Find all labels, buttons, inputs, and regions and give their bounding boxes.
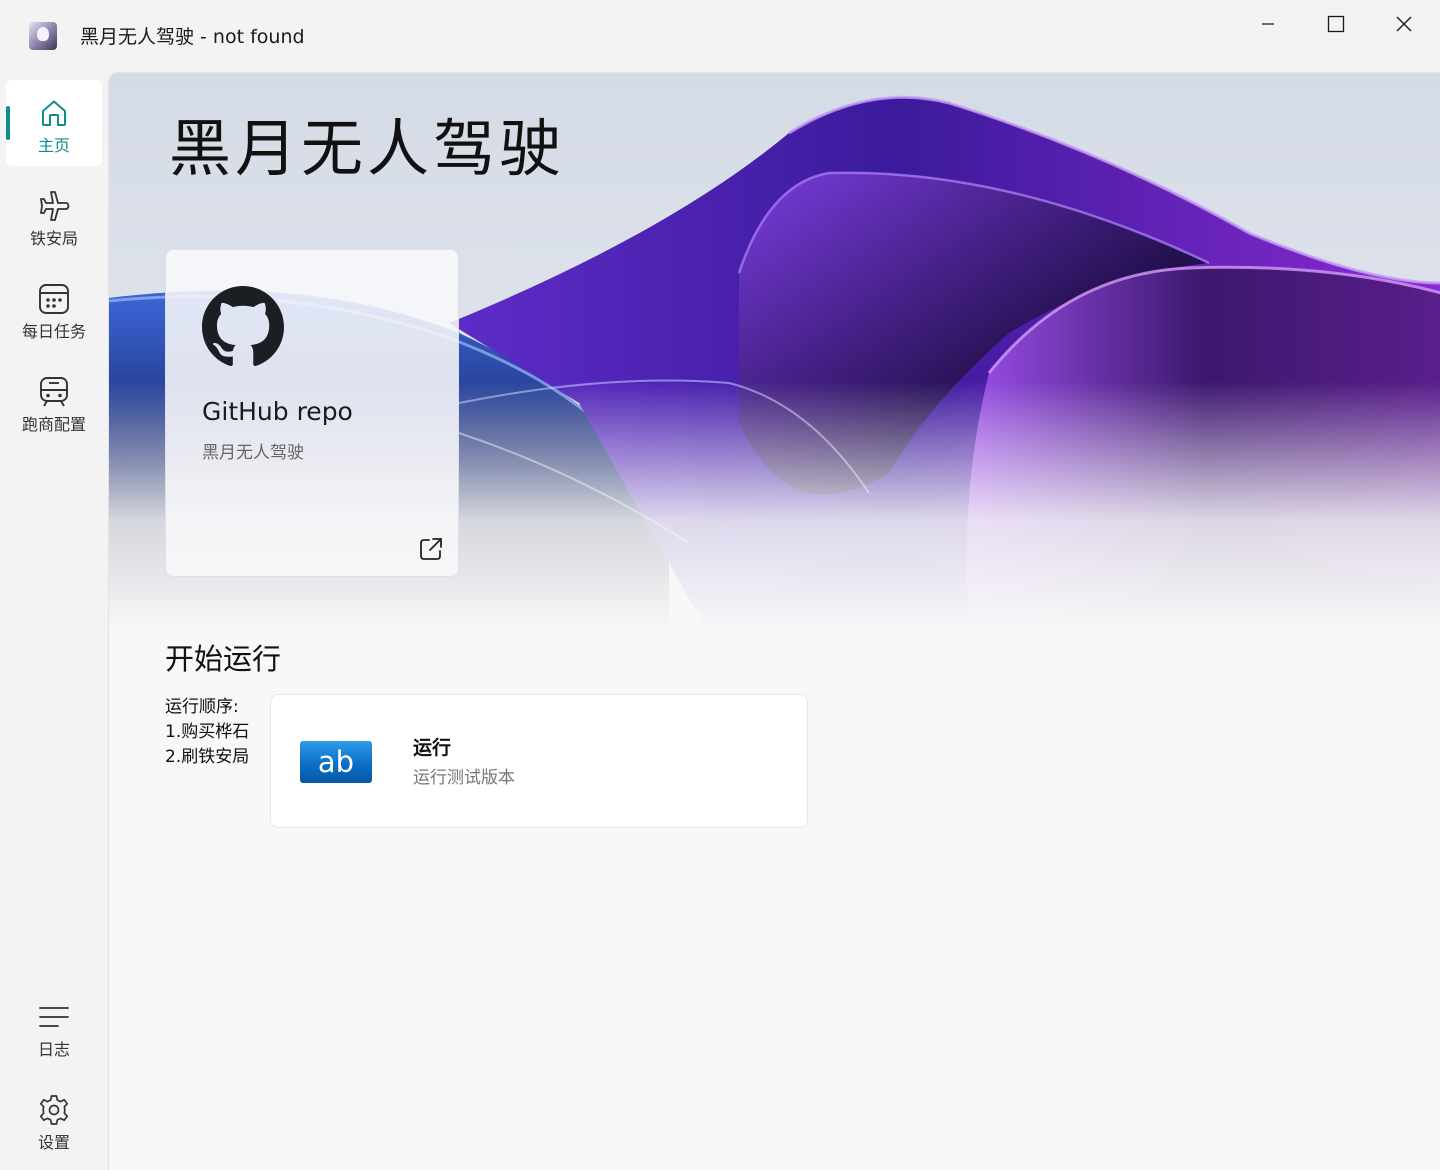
app-icon	[29, 22, 57, 50]
train-icon	[37, 375, 71, 409]
app-window: 黑月无人驾驶 - not found 主页 铁安局 每日任务 跑商配置 日志 设…	[0, 0, 1440, 1170]
gear-icon	[37, 1093, 71, 1127]
home-icon	[37, 96, 71, 130]
minimize-button[interactable]	[1234, 0, 1302, 48]
run-section-title: 开始运行	[165, 642, 282, 676]
external-link-icon	[420, 538, 442, 560]
sidebar: 主页 铁安局 每日任务 跑商配置 日志 设置	[0, 72, 108, 1170]
run-card-title: 运行	[413, 737, 452, 759]
sidebar-item-label: 铁安局	[29, 229, 78, 248]
repo-card-title: GitHub repo	[202, 397, 353, 426]
sidebar-item-daily-tasks[interactable]: 每日任务	[6, 266, 102, 352]
ab-icon: ab	[300, 741, 372, 783]
run-order-step: 1.购买桦石	[165, 722, 250, 742]
maximize-icon	[1327, 15, 1345, 33]
sidebar-item-trade-config[interactable]: 跑商配置	[6, 359, 102, 445]
run-order-list: 运行顺序: 1.购买桦石 2.刷铁安局	[165, 695, 249, 770]
run-button-card[interactable]: ab 运行 运行测试版本	[270, 694, 808, 828]
sidebar-item-settings[interactable]: 设置	[6, 1077, 102, 1163]
main-content: 黑月无人驾驶 GitHub repo 黑月无人驾驶 开始运行 运行顺序: 1.购…	[108, 72, 1440, 1170]
window-title: 黑月无人驾驶 - not found	[80, 26, 305, 48]
active-indicator	[6, 106, 10, 140]
run-card-subtitle: 运行测试版本	[413, 768, 515, 788]
sidebar-item-home[interactable]: 主页	[6, 80, 102, 166]
run-order-heading: 运行顺序:	[165, 697, 239, 717]
github-icon	[202, 286, 284, 366]
calendar-icon	[37, 282, 71, 316]
menu-lines-icon	[37, 1000, 71, 1034]
hero-title: 黑月无人驾驶	[169, 112, 566, 185]
close-icon	[1396, 16, 1412, 32]
maximize-button[interactable]	[1302, 0, 1370, 48]
sidebar-item-label: 跑商配置	[21, 415, 86, 434]
repo-card-subtitle: 黑月无人驾驶	[202, 443, 304, 463]
sidebar-item-label: 日志	[37, 1040, 70, 1059]
github-repo-card[interactable]: GitHub repo 黑月无人驾驶	[165, 249, 459, 577]
run-order-step: 2.刷铁安局	[165, 747, 250, 767]
sidebar-item-tieanju[interactable]: 铁安局	[6, 173, 102, 259]
minimize-icon	[1262, 23, 1274, 25]
close-button[interactable]	[1370, 0, 1438, 48]
sidebar-item-label: 每日任务	[21, 322, 86, 341]
sidebar-item-log[interactable]: 日志	[6, 984, 102, 1070]
sidebar-item-label: 主页	[37, 136, 70, 155]
airplane-icon	[37, 189, 71, 223]
title-bar[interactable]: 黑月无人驾驶 - not found	[0, 0, 1440, 72]
sidebar-item-label: 设置	[37, 1133, 70, 1152]
